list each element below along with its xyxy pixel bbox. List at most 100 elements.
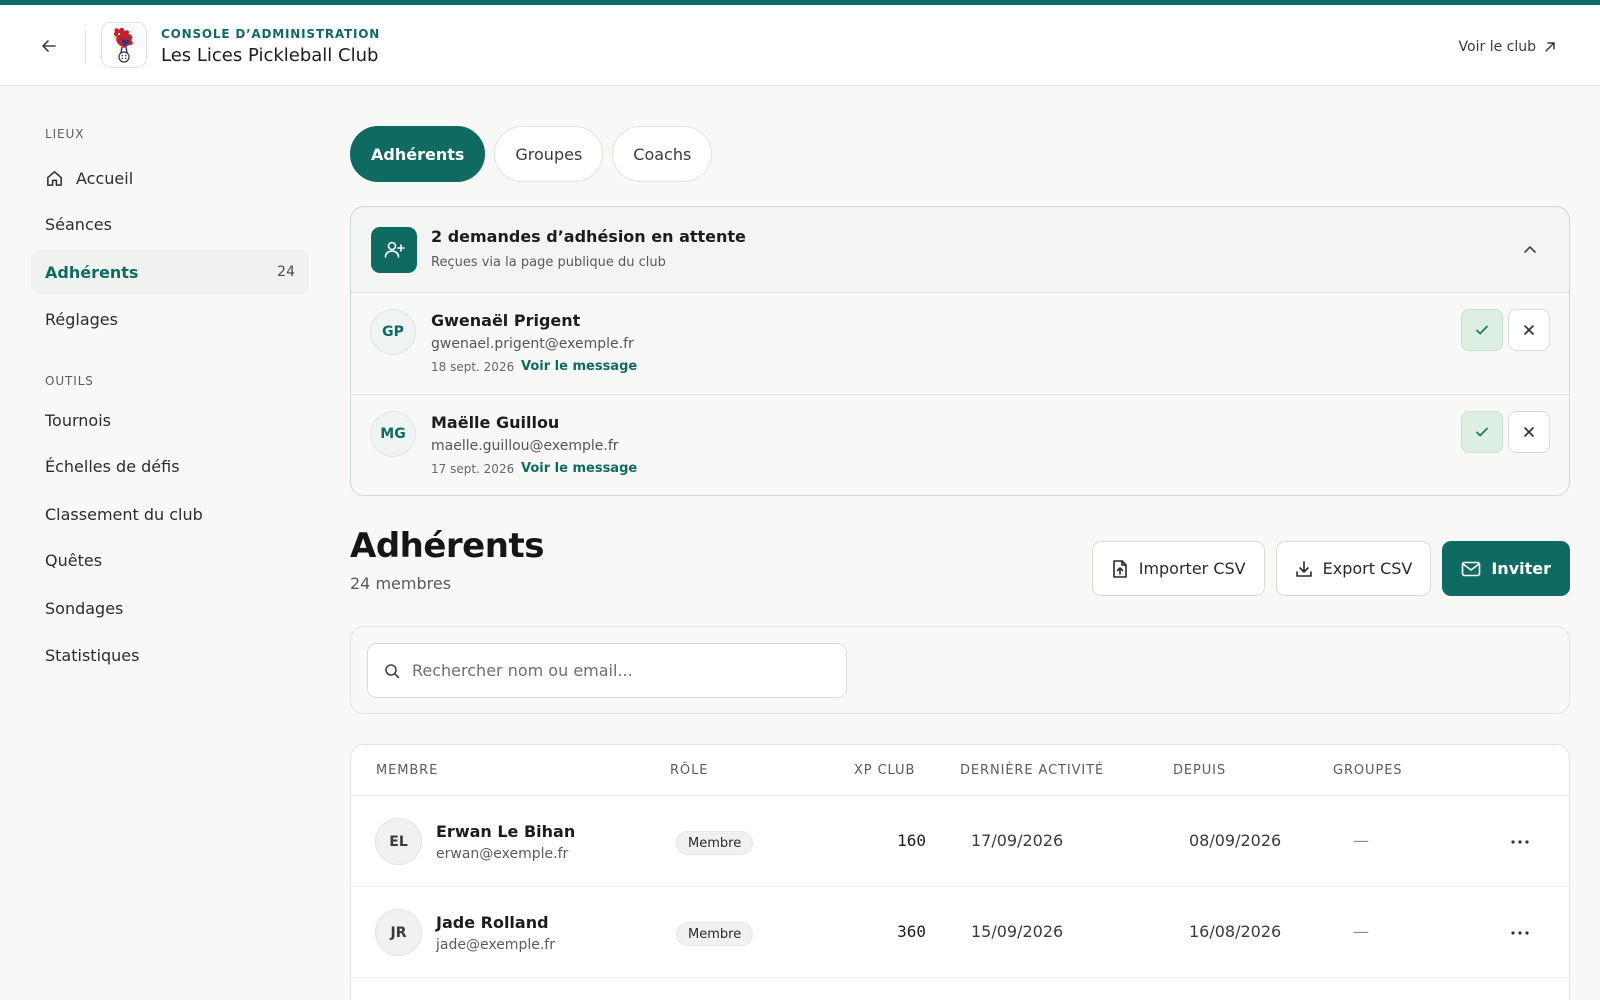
member-xp: 160 [897, 831, 926, 850]
sidebar-item-label: Classement du club [45, 504, 203, 524]
member-xp: 360 [897, 922, 926, 941]
close-icon [1524, 427, 1534, 437]
sidebar-item-label: Séances [45, 214, 112, 234]
member-actions: Importer CSV Export CSV Inviter [1091, 541, 1570, 596]
avatar: JR [375, 909, 422, 956]
chevron-up-icon[interactable] [1521, 241, 1539, 259]
file-upload-icon [1112, 559, 1127, 578]
tab-bar: Adhérents Groupes Coachs [350, 126, 713, 182]
sidebar-section-outils: OUTILS [45, 374, 94, 388]
sidebar-item-seances[interactable]: Séances [31, 202, 309, 246]
sidebar-section-lieux: LIEUX [45, 127, 85, 141]
more-options-button[interactable] [1509, 832, 1531, 852]
mail-icon [1462, 561, 1481, 576]
rooster-logo-icon [113, 27, 133, 63]
tab-coachs[interactable]: Coachs [612, 126, 713, 182]
export-csv-button[interactable]: Export CSV [1275, 541, 1432, 596]
search-panel [350, 626, 1570, 714]
member-name: Erwan Le Bihan [436, 822, 576, 841]
column-header-role[interactable]: RÔLE [670, 763, 708, 778]
sidebar-item-statistiques[interactable]: Statistiques [31, 633, 309, 677]
column-header-since[interactable]: DEPUIS [1173, 763, 1226, 778]
avatar: MG [370, 411, 416, 457]
back-button[interactable] [38, 35, 60, 57]
view-message-link[interactable]: Voir le message [521, 359, 637, 374]
member-count: 24 membres [350, 574, 452, 593]
more-horizontal-icon [1511, 840, 1529, 844]
pending-requests-title: 2 demandes d’adhésion en attente [431, 227, 746, 246]
sidebar-item-sondages[interactable]: Sondages [31, 586, 309, 630]
sidebar-item-echelles[interactable]: Échelles de défis [31, 444, 309, 488]
member-groups: — [1353, 831, 1369, 850]
member-groups: — [1353, 922, 1369, 941]
member-email: jade@exemple.fr [436, 937, 555, 953]
view-club-link[interactable]: Voir le club [1459, 39, 1556, 55]
request-name: Gwenaël Prigent [431, 311, 581, 330]
page-title: Adhérents [350, 526, 544, 566]
club-name: Les Lices Pickleball Club [161, 45, 379, 66]
table-row[interactable]: EL Erwan Le Bihan erwan@exemple.fr Membr… [351, 796, 1569, 887]
pending-requests-subtitle: Reçues via la page publique du club [431, 255, 666, 270]
column-header-groups[interactable]: GROUPES [1333, 763, 1402, 778]
view-message-link[interactable]: Voir le message [521, 461, 637, 476]
sidebar-item-classement[interactable]: Classement du club [31, 492, 309, 536]
arrow-left-icon [42, 40, 56, 52]
member-since: 16/08/2026 [1189, 922, 1282, 941]
more-horizontal-icon [1511, 931, 1529, 935]
role-badge: Membre [676, 831, 754, 855]
column-header-member[interactable]: MEMBRE [376, 763, 438, 778]
request-email: gwenael.prigent@exemple.fr [431, 336, 634, 352]
member-last-activity: 15/09/2026 [971, 922, 1064, 941]
pending-request-row: GP Gwenaël Prigent gwenael.prigent@exemp… [351, 293, 1569, 394]
tab-adherents[interactable]: Adhérents [350, 126, 486, 182]
close-icon [1524, 325, 1534, 335]
invite-button[interactable]: Inviter [1442, 541, 1570, 596]
reject-button[interactable] [1508, 411, 1550, 453]
more-options-button[interactable] [1509, 923, 1531, 943]
sidebar-item-label: Échelles de défis [45, 456, 180, 476]
user-plus-icon [371, 227, 417, 273]
sidebar-item-quetes[interactable]: Quêtes [31, 538, 309, 582]
avatar: GP [370, 309, 416, 355]
request-date: 18 sept. 2026 [431, 360, 515, 374]
member-last-activity: 17/09/2026 [971, 831, 1064, 850]
column-header-last-activity[interactable]: DERNIÈRE ACTIVITÉ [960, 763, 1104, 778]
import-csv-button[interactable]: Importer CSV [1091, 541, 1265, 596]
accept-button[interactable] [1461, 411, 1503, 453]
app-header: CONSOLE D’ADMINISTRATION Les Lices Pickl… [0, 5, 1600, 86]
check-icon [1476, 325, 1488, 335]
column-header-xp[interactable]: XP CLUB [854, 763, 915, 778]
export-csv-label: Export CSV [1322, 559, 1413, 578]
sidebar-item-label: Tournois [45, 410, 111, 430]
header-divider [85, 30, 86, 64]
sidebar-item-adherents[interactable]: Adhérents 24 [31, 250, 309, 294]
member-name: Jade Rolland [436, 913, 549, 932]
sidebar-item-accueil[interactable]: Accueil [31, 156, 309, 200]
sidebar-item-label: Accueil [76, 168, 134, 188]
request-email: maelle.guillou@exemple.fr [431, 438, 619, 454]
member-since: 08/09/2026 [1189, 831, 1282, 850]
club-logo [101, 22, 147, 68]
sidebar-item-label: Réglages [45, 309, 118, 329]
search-field[interactable] [367, 643, 847, 698]
home-icon [45, 167, 67, 189]
sidebar: LIEUX Accueil Séances Adhérents 24 Régla… [0, 86, 330, 1000]
sidebar-item-tournois[interactable]: Tournois [31, 398, 309, 442]
table-row[interactable]: JR Jade Rolland jade@exemple.fr Membre 3… [351, 887, 1569, 978]
invite-label: Inviter [1491, 559, 1551, 578]
sidebar-item-reglages[interactable]: Réglages [31, 297, 309, 341]
sidebar-item-label: Quêtes [45, 550, 103, 570]
pending-requests-header[interactable]: 2 demandes d’adhésion en attente Reçues … [351, 207, 1569, 293]
external-arrow-icon [1545, 42, 1555, 52]
avatar: EL [375, 818, 422, 865]
search-input[interactable] [412, 661, 812, 680]
accept-button[interactable] [1461, 309, 1503, 351]
download-icon [1295, 560, 1312, 577]
check-icon [1476, 427, 1488, 437]
tab-groupes[interactable]: Groupes [494, 126, 604, 182]
sidebar-item-label: Sondages [45, 598, 124, 618]
members-table: MEMBRE RÔLE XP CLUB DERNIÈRE ACTIVITÉ DE… [350, 744, 1570, 1000]
role-badge: Membre [676, 922, 754, 946]
import-csv-label: Importer CSV [1138, 559, 1246, 578]
reject-button[interactable] [1508, 309, 1550, 351]
